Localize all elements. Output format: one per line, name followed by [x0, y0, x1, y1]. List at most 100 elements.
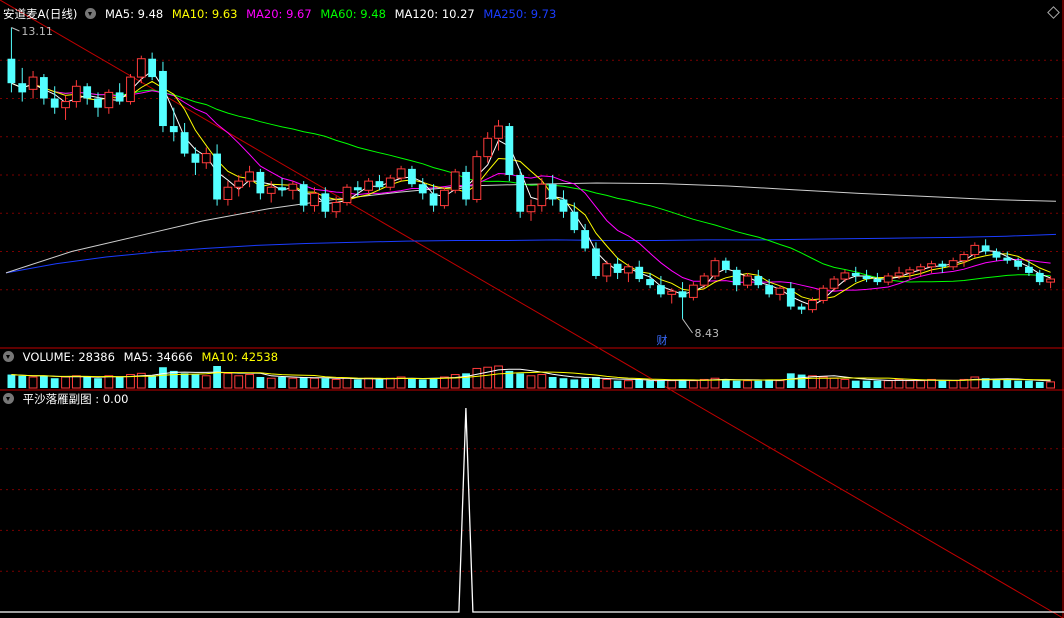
candle-body	[765, 285, 774, 295]
candle-body	[797, 306, 806, 310]
volume-bar	[234, 375, 244, 389]
candle-body	[873, 279, 882, 283]
volume-bar	[883, 380, 893, 389]
expand-menu-icon[interactable]	[3, 351, 14, 362]
candle-body	[191, 153, 200, 163]
candle	[321, 187, 330, 218]
candle-body	[7, 58, 16, 84]
volume-bar	[483, 366, 493, 389]
volume-bar	[743, 380, 752, 389]
volume-bar	[385, 377, 395, 389]
candle	[408, 165, 416, 188]
volume-bar	[905, 380, 915, 389]
candle-body	[256, 171, 265, 194]
candle-body	[385, 177, 395, 188]
volume-bar	[992, 379, 1001, 388]
volume-bar	[472, 367, 482, 389]
expand-menu-icon[interactable]	[85, 8, 97, 19]
candle-body	[310, 192, 319, 207]
candle	[28, 70, 38, 99]
candle	[450, 168, 460, 194]
candle	[657, 275, 665, 298]
candle	[667, 288, 677, 304]
candle	[385, 175, 395, 191]
stock-chart[interactable]: 13.11 8.43 财	[0, 0, 1064, 618]
candle-body	[136, 58, 146, 78]
candle-body	[234, 180, 244, 188]
candle-body	[1003, 257, 1012, 261]
candle	[775, 285, 785, 301]
candle	[234, 175, 244, 197]
volume-bar	[1035, 381, 1044, 388]
volume-bar	[28, 376, 38, 389]
volume-bar	[938, 380, 947, 388]
candle	[364, 178, 374, 194]
volume-bar	[688, 380, 698, 389]
candlesticks	[7, 27, 1055, 334]
candle-body	[213, 153, 221, 200]
main-chart-header: 安道麦A(日线) MA5: 9.48 MA10: 9.63 MA20: 9.67…	[0, 6, 561, 22]
ma20-label: MA20: 9.67	[246, 7, 312, 21]
volume-ma10-label: MA10: 42538	[201, 350, 279, 364]
volume-bar	[299, 377, 308, 388]
candle	[223, 181, 233, 206]
candle	[797, 303, 806, 314]
candle	[440, 187, 449, 209]
candle-body	[688, 284, 698, 298]
candle-body	[624, 266, 633, 274]
candle-body	[883, 275, 893, 283]
candle	[581, 223, 590, 252]
volume-bar	[970, 376, 980, 389]
volume-bar	[50, 378, 59, 388]
candle	[721, 257, 730, 273]
candle	[959, 251, 969, 267]
candle	[7, 27, 16, 93]
candle	[938, 260, 947, 273]
volume-bar	[94, 378, 102, 388]
volume-bar	[829, 377, 839, 389]
volume-bar	[180, 373, 189, 388]
candle	[851, 266, 860, 283]
candle-body	[266, 186, 276, 194]
volume-bar	[635, 379, 644, 388]
candle-body	[201, 153, 211, 164]
candle	[94, 92, 102, 117]
volume-bar	[840, 378, 850, 389]
candle-body	[862, 275, 871, 280]
candle-body	[50, 98, 59, 108]
volume-bar	[775, 380, 785, 389]
volume-bar	[873, 380, 882, 388]
volume-bar	[948, 380, 958, 389]
candle	[548, 175, 557, 206]
candle-body	[245, 171, 254, 182]
candle-body	[905, 269, 915, 274]
candle	[688, 282, 698, 301]
candle	[278, 178, 286, 197]
candle	[18, 67, 27, 102]
expand-menu-icon[interactable]	[3, 393, 14, 404]
candle-body	[331, 202, 341, 213]
candle	[213, 144, 221, 206]
candle	[710, 257, 720, 280]
candle-body	[970, 244, 980, 256]
volume-bar	[418, 379, 427, 388]
candle-body	[278, 187, 286, 191]
candle-body	[635, 266, 644, 280]
candle-body	[808, 299, 817, 311]
volume-bar	[39, 375, 48, 388]
volume-bar	[548, 377, 557, 388]
volume-bar	[353, 379, 362, 388]
volume-bar	[104, 375, 114, 389]
candle-body	[408, 168, 416, 185]
candle	[83, 83, 92, 105]
volume-bar	[721, 379, 730, 388]
volume-bar	[1046, 381, 1055, 389]
ma250-label: MA250: 9.73	[483, 7, 557, 21]
sub-indicator-header: 平沙落雁副图 : 0.00	[0, 391, 133, 407]
candle	[39, 74, 48, 105]
volume-bar	[148, 375, 157, 388]
low-price-label: 8.43	[695, 327, 720, 340]
candle	[472, 150, 482, 203]
candle-body	[148, 58, 157, 78]
candle-body	[840, 272, 850, 280]
